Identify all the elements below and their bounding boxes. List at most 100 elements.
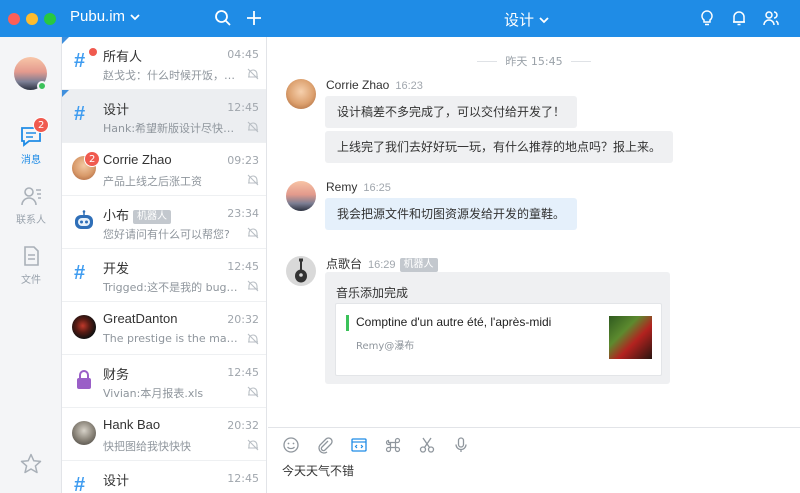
chevron-down-icon: [539, 16, 549, 23]
card-title: 音乐添加完成: [336, 286, 409, 300]
sender-name: Remy: [326, 180, 358, 194]
mute-icon: [247, 68, 259, 80]
bell-icon[interactable]: [730, 9, 748, 27]
guitar-icon: [295, 258, 307, 283]
code-icon[interactable]: [350, 436, 368, 454]
star-icon[interactable]: [19, 452, 43, 476]
mute-icon: [247, 280, 259, 292]
message-bubble: 我会把源文件和切图资源发给开发的童鞋。: [325, 198, 578, 230]
conversation-item[interactable]: Hank Bao 20:32 快把图给我快快快: [62, 408, 266, 461]
mute-icon: [247, 333, 259, 345]
unread-dot: [89, 48, 97, 56]
members-icon[interactable]: [762, 9, 780, 27]
mute-icon: [247, 227, 259, 239]
channel-hash-icon: #: [74, 474, 86, 493]
conversation-time: 09:23: [227, 154, 259, 167]
chevron-down-icon: [130, 13, 140, 20]
song-title[interactable]: Comptine d'un autre été, l'après-midi: [356, 315, 551, 329]
channel-title-dropdown[interactable]: 设计: [504, 9, 549, 30]
file-icon: [24, 246, 39, 266]
sender-avatar[interactable]: [286, 181, 316, 211]
bot-avatar[interactable]: [286, 256, 316, 286]
sender-avatar[interactable]: [286, 79, 316, 109]
conversation-name: 开发: [103, 261, 130, 276]
rail-item-messages[interactable]: 消息: [0, 125, 62, 166]
plus-icon[interactable]: [245, 9, 263, 27]
message-time: 16:29: [368, 259, 396, 271]
music-card: 音乐添加完成 Comptine d'un autre été, l'après-…: [325, 272, 670, 384]
scissors-icon[interactable]: [418, 436, 436, 454]
conversation-preview: Hank:希望新版设计尽快上线: [103, 122, 241, 135]
lightbulb-icon[interactable]: [698, 9, 716, 27]
channel-hash-icon: #: [74, 103, 86, 125]
window-minimize-button[interactable]: [26, 13, 38, 25]
navigation-rail: 消息 2 联系人 文件: [0, 37, 62, 493]
rail-item-label: 联系人: [16, 215, 46, 226]
bot-name: 小布: [103, 208, 130, 223]
conversation-preview: 赵戈戈：什么时候开饭，我饿...: [103, 69, 241, 82]
conversation-time: 20:32: [227, 419, 259, 432]
message-time: 16:25: [363, 182, 391, 194]
lock-icon: [77, 370, 91, 389]
conversation-name: 所有人: [103, 49, 143, 64]
conversation-preview: 您好请问有什么可以帮您?: [103, 228, 230, 241]
conversation-item[interactable]: # 设计 12:45 Hank:希望新版设计尽快上线: [62, 90, 266, 143]
title-bar: Pubu.im 设计: [0, 0, 800, 37]
conversation-name: 设计: [103, 473, 130, 488]
conversation-name: 财务: [103, 367, 130, 382]
conversation-preview: Trigged:这不是我的 bug，不...: [103, 281, 241, 294]
conversation-item[interactable]: 小布 机器人 23:34 您好请问有什么可以帮您?: [62, 196, 266, 249]
message-header: Remy 16:25: [326, 180, 391, 194]
conversation-item[interactable]: # 开发 12:45 Trigged:这不是我的 bug，不...: [62, 249, 266, 302]
message-header: 点歌台 16:29 机器人: [326, 255, 438, 272]
conversation-item[interactable]: # 设计 12:45: [62, 461, 266, 493]
channel-hash-icon: #: [74, 262, 86, 284]
message-composer: 今天天气不错: [268, 427, 800, 493]
message-input[interactable]: 今天天气不错: [282, 462, 354, 479]
conversation-item[interactable]: 财务 12:45 Vivian:本月报表.xls: [62, 355, 266, 408]
attach-icon[interactable]: [316, 436, 334, 454]
song-attachment[interactable]: Comptine d'un autre été, l'après-midi Re…: [335, 303, 662, 376]
rail-item-files[interactable]: 文件: [0, 245, 62, 286]
message-bubble: 设计稿差不多完成了，可以交付给开发了！: [325, 96, 578, 128]
robot-avatar-icon: [75, 210, 93, 229]
message-header: Corrie Zhao 16:23: [326, 78, 423, 92]
team-switcher[interactable]: Pubu.im: [70, 8, 140, 25]
conversation-time: 12:45: [227, 366, 259, 379]
conversation-time: 12:45: [227, 260, 259, 273]
sender-name: Corrie Zhao: [326, 78, 390, 92]
unread-badge: 2: [84, 151, 101, 167]
conversation-name: GreatDanton: [103, 311, 178, 326]
conversation-preview: The prestige is the magic: [103, 332, 241, 345]
channel-hash-icon: #: [74, 50, 86, 72]
day-separator: 昨天 15:45: [268, 53, 800, 69]
mute-icon: [247, 174, 259, 186]
emoji-icon[interactable]: [282, 436, 300, 454]
channel-title: 设计: [504, 12, 535, 29]
pinned-corner: [62, 37, 69, 44]
rail-item-contacts[interactable]: 联系人: [0, 185, 62, 226]
message-bubble: 上线完了我们去好好玩一玩，有什么推荐的地点吗？报上来。: [325, 131, 674, 163]
command-icon[interactable]: [384, 436, 402, 454]
conversation-name: 设计: [103, 102, 130, 117]
rail-item-label: 文件: [21, 275, 41, 286]
sender-name: 点歌台: [326, 257, 363, 271]
microphone-icon[interactable]: [452, 436, 470, 454]
contact-avatar: [72, 421, 96, 445]
conversation-item[interactable]: GreatDanton 20:32 The prestige is the ma…: [62, 302, 266, 355]
conversation-time: 20:32: [227, 313, 259, 326]
contacts-icon: [21, 187, 41, 206]
pinned-corner: [62, 90, 69, 97]
window-close-button[interactable]: [8, 13, 20, 25]
attachment-accent-bar: [346, 315, 349, 331]
window-maximize-button[interactable]: [44, 13, 56, 25]
conversation-preview: 快把图给我快快快: [103, 440, 191, 453]
song-meta: Remy@瀑布: [356, 341, 415, 352]
rail-item-label: 消息: [21, 155, 41, 166]
search-icon[interactable]: [214, 9, 232, 27]
mute-icon: [247, 439, 259, 451]
conversation-name: Hank Bao: [103, 417, 161, 432]
album-cover[interactable]: [609, 316, 652, 359]
conversation-item[interactable]: 2 Corrie Zhao 09:23 产品上线之后涨工资: [62, 143, 266, 196]
conversation-item[interactable]: # 所有人 04:45 赵戈戈：什么时候开饭，我饿...: [62, 37, 266, 90]
